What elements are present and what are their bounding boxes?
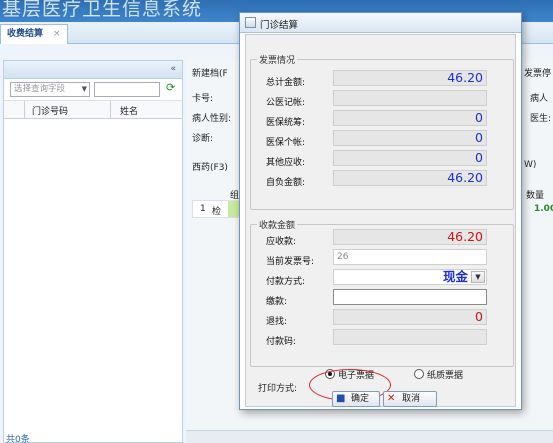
insurance-personal-field: 0	[333, 130, 487, 146]
doctor-label: 医生:	[530, 114, 552, 124]
patient-list-panel: « 选择查询字段 ▼ ⟳ 门诊号码 姓名	[3, 60, 183, 443]
total-amount-field: 46.20	[333, 70, 487, 86]
new-file-button[interactable]: 新建档(F	[192, 66, 228, 79]
dialog-titlebar[interactable]: 门诊结算	[240, 13, 521, 33]
radio-paper-receipt[interactable]	[414, 369, 424, 379]
tab-label: 收费结算	[7, 29, 44, 39]
paper-receipt-label[interactable]: 纸质票据	[427, 368, 463, 381]
payment-method-select[interactable]: 现金 ▼	[333, 269, 487, 285]
close-icon: ✕	[387, 393, 396, 404]
insurance-personal-label: 医保个帐:	[266, 138, 306, 148]
tab-close-icon[interactable]: ×	[53, 29, 61, 39]
paid-amount-label: 缴款:	[266, 297, 288, 307]
self-pay-field: 46.20	[333, 170, 487, 186]
insurance-pool-label: 医保统筹:	[266, 118, 306, 128]
cancel-label: 取消	[402, 394, 421, 404]
invoice-stop-button[interactable]: 发票停	[524, 66, 551, 79]
tab-west-medicine[interactable]: 西药(F3)	[192, 160, 228, 173]
row-item: 检	[212, 207, 222, 217]
other-receivable-field: 0	[333, 150, 487, 166]
tab-w[interactable]: W)	[524, 160, 536, 170]
public-medical-field	[333, 90, 487, 106]
total-amount-label: 总计金额:	[266, 78, 306, 88]
confirm-button[interactable]: ■ 确定	[332, 391, 380, 407]
insurance-pool-field: 0	[333, 110, 487, 126]
column-header-name[interactable]: 姓名	[120, 104, 138, 117]
column-divider	[24, 101, 25, 119]
other-receivable-label: 其他应收:	[266, 158, 306, 168]
public-medical-label: 公医记帐:	[266, 98, 306, 108]
payment-method-value: 现金	[442, 269, 468, 284]
checkout-dialog: 门诊结算 发票情况 总计金额: 46.20 公医记帐: 医保统筹: 0 医保个帐…	[239, 12, 522, 410]
panel-header: «	[4, 61, 182, 79]
cancel-button[interactable]: ✕ 取消	[383, 391, 437, 407]
dialog-title: 门诊结算	[260, 20, 299, 31]
paid-amount-input[interactable]	[333, 289, 487, 305]
window-icon	[245, 17, 256, 28]
invoice-number-label: 当前发票号:	[266, 257, 315, 267]
row-number: 1	[200, 204, 206, 214]
sex-label: 病人性别:	[192, 114, 232, 124]
print-method-label: 打印方式:	[258, 384, 298, 394]
self-pay-label: 自负金额:	[266, 178, 306, 188]
row-quantity: 1.00	[534, 204, 553, 214]
column-quantity: 数量	[526, 191, 545, 201]
patient-label: 病人	[530, 94, 549, 104]
list-header: 门诊号码 姓名	[4, 101, 182, 119]
collapse-icon[interactable]: «	[170, 64, 176, 74]
card-no-label: 卡号:	[192, 94, 214, 104]
search-bar: 选择查询字段 ▼ ⟳	[4, 79, 182, 101]
save-icon: ■	[336, 393, 346, 404]
search-field-select[interactable]: 选择查询字段 ▼	[10, 82, 90, 97]
diagnosis-label: 诊断:	[192, 134, 214, 144]
invoice-group-legend: 发票情况	[259, 56, 296, 66]
change-field: 0	[333, 309, 487, 325]
payment-method-label: 付款方式:	[266, 277, 306, 287]
column-header-outpatient-no[interactable]: 门诊号码	[32, 104, 68, 117]
chevron-down-icon: ▼	[81, 85, 87, 93]
search-input[interactable]	[94, 82, 160, 97]
tab-billing[interactable]: 收费结算 ×	[0, 24, 68, 44]
payment-group-legend: 收款金额	[259, 221, 296, 231]
receivable-label: 应收款:	[266, 237, 297, 247]
refresh-icon[interactable]: ⟳	[166, 81, 175, 94]
select-text: 选择查询字段	[14, 84, 66, 94]
horizontal-scrollbar[interactable]	[186, 430, 553, 443]
record-count: 共0条	[6, 435, 30, 443]
change-label: 退找:	[266, 317, 288, 327]
app-title: 基层医疗卫生信息系统	[2, 0, 203, 20]
invoice-number-field[interactable]: 26	[333, 249, 487, 265]
receivable-field: 46.20	[333, 229, 487, 245]
column-divider	[110, 101, 111, 119]
confirm-label: 确定	[351, 394, 370, 404]
pay-code-field	[333, 329, 487, 345]
chevron-down-icon[interactable]: ▼	[471, 271, 485, 283]
pay-code-label: 付款码:	[266, 337, 297, 347]
